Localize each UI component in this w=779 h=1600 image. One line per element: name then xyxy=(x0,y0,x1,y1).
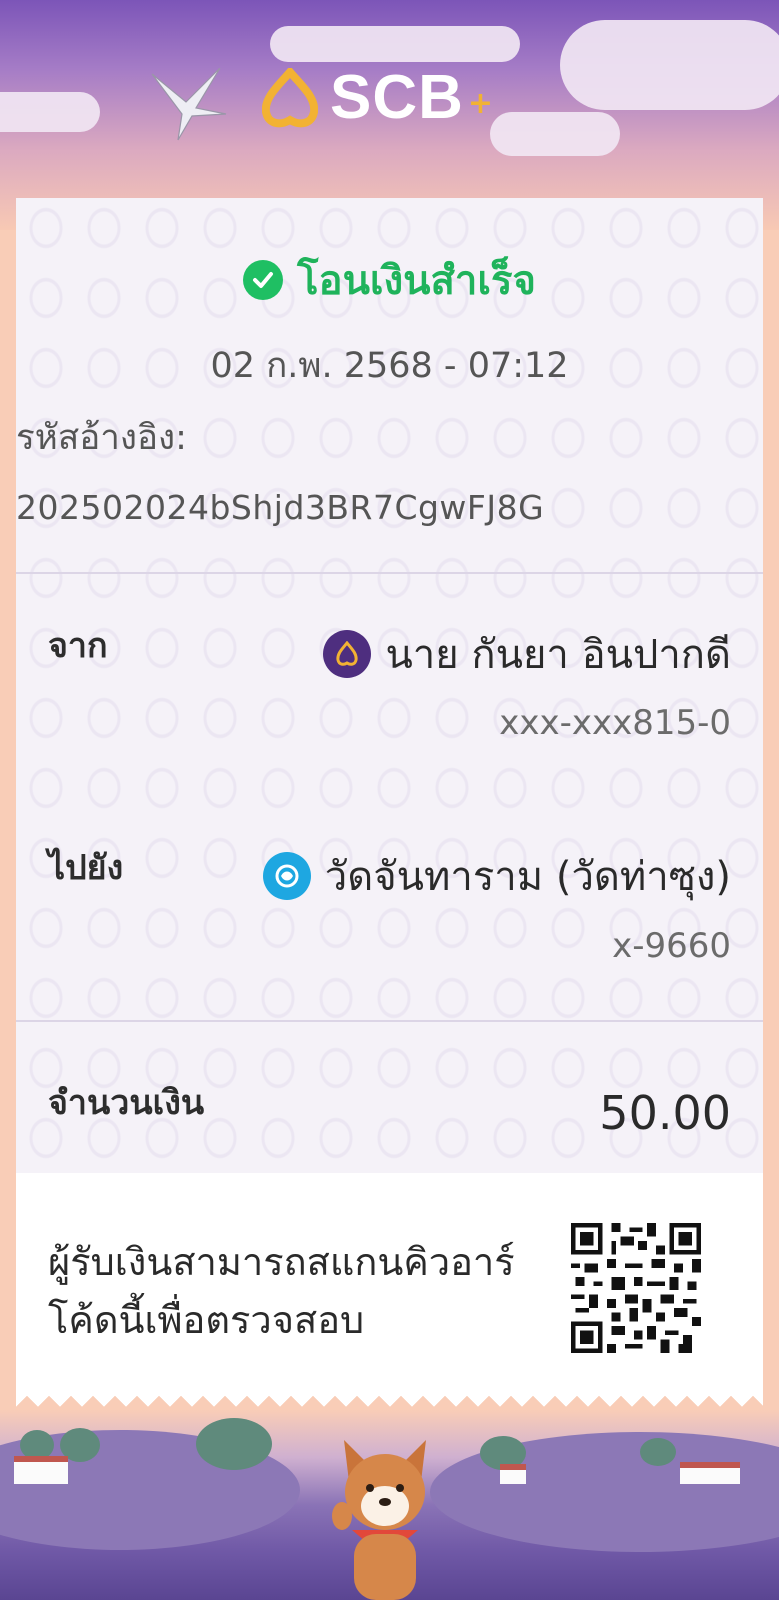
scb-bank-icon xyxy=(323,630,372,678)
divider xyxy=(16,1020,763,1022)
shiba-dog-illustration xyxy=(332,1440,426,1600)
reference-value: 202502024bShjd3BR7CgwFJ8G xyxy=(16,488,545,527)
qr-panel: ผู้รับเงินสามารถสแกนคิวอาร์โค้ดนี้เพื่อต… xyxy=(16,1173,763,1390)
to-label: ไปยัง xyxy=(48,848,124,888)
status-text: โอนเงินสำเร็จ xyxy=(297,258,536,304)
status-header: โอนเงินสำเร็จ xyxy=(16,248,763,312)
transaction-datetime: 02 ก.พ. 2568 - 07:12 xyxy=(210,346,569,386)
sender: นาย กันยา อินปากดี xyxy=(323,622,731,686)
amount-label: จำนวนเงิน xyxy=(48,1083,205,1123)
scb-logo-text: SCB xyxy=(330,63,464,132)
recipient-account: x-9660 xyxy=(612,926,731,966)
qr-instruction-text: ผู้รับเงินสามารถสแกนคิวอาร์โค้ดนี้เพื่อต… xyxy=(48,1240,515,1342)
scb-lotus-icon xyxy=(262,68,318,128)
qr-code[interactable] xyxy=(571,1223,701,1353)
transfer-slip-card: โอนเงินสำเร็จ 02 ก.พ. 2568 - 07:12 รหัสอ… xyxy=(16,198,763,1390)
amount-value: 50.00 xyxy=(599,1086,731,1140)
from-label: จาก xyxy=(48,626,108,666)
recipient-name: วัดจันทาราม (วัดท่าซุง) xyxy=(324,854,731,900)
bird-illustration xyxy=(151,68,227,141)
scb-logo: SCB + xyxy=(262,66,493,130)
receipt-zigzag-edge xyxy=(16,1385,763,1407)
sender-name: นาย กันยา อินปากดี xyxy=(385,632,731,678)
divider xyxy=(16,572,763,574)
recipient: วัดจันทาราม (วัดท่าซุง) xyxy=(262,844,731,908)
check-circle-icon xyxy=(243,260,284,300)
sender-account: xxx-xxx815-0 xyxy=(499,703,731,743)
reference-label: รหัสอ้างอิง: xyxy=(16,418,187,458)
scb-plus-mark: + xyxy=(467,85,494,121)
ktb-bank-icon xyxy=(262,852,311,900)
